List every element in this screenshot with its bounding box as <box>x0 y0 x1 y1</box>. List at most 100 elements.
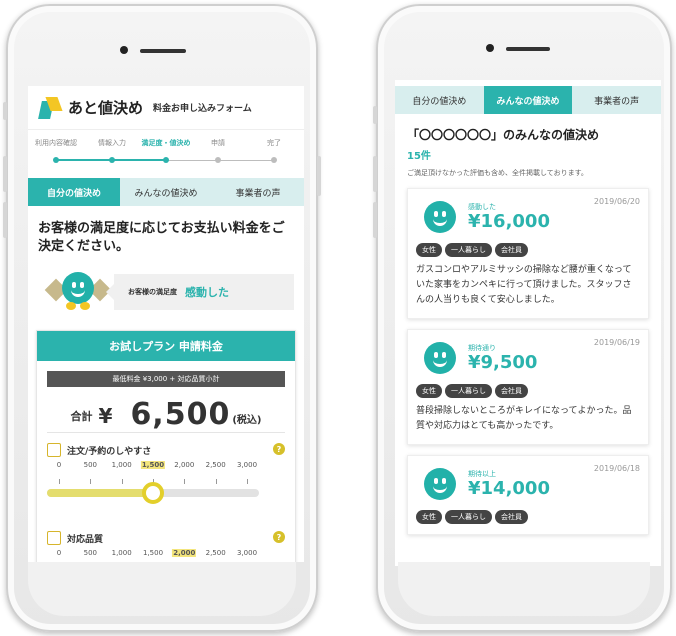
plan-body: 最低料金 ¥3,000 + 対応品質小計 合計 ¥ 6,500 (税込) 注文/… <box>37 361 295 562</box>
satisfaction-value: 感動した <box>185 286 229 299</box>
building-icon <box>47 443 61 457</box>
logo-icon <box>38 96 63 119</box>
review-tag: 一人暮らし <box>445 510 492 524</box>
review-text: 普段掃除しないところがキレイになってよかった。品質や対応力はとても高かったです。 <box>416 406 632 431</box>
step-label: 完了 <box>267 139 281 147</box>
speaker-grille <box>140 49 186 53</box>
step-label: 情報入力 <box>98 139 126 147</box>
person-icon <box>47 531 61 545</box>
side-button <box>3 202 7 238</box>
criterion-scale: 0 500 1,000 1,500 2,000 2,500 3,000 <box>47 549 259 562</box>
tick-mark <box>247 479 248 484</box>
step-label-active: 満足度・値決め <box>141 139 191 147</box>
tick-mark <box>59 479 60 484</box>
criterion-header: 対応品質 <box>47 531 285 545</box>
review-text: ガスコンロやアルミサッシの掃除など腰が重くなっていた家事をカンペキに行って頂けま… <box>416 265 632 305</box>
review-tag: 一人暮らし <box>445 384 492 398</box>
brand-subtitle: 料金お申し込みフォーム <box>153 104 252 114</box>
side-button <box>373 156 377 192</box>
tab-bar: 自分の値決め みんなの値決め 事業者の声 <box>28 178 304 206</box>
review-tag: 女性 <box>416 384 442 398</box>
camera-icon <box>120 46 128 54</box>
step-dot <box>163 157 169 163</box>
step-dot <box>271 157 277 163</box>
reviews-note: ご満足頂けなかった評価も含め、全件掲載しております。 <box>407 169 588 177</box>
tab-business-voice[interactable]: 事業者の声 <box>212 178 304 206</box>
speaker-grille <box>506 47 550 51</box>
tab-everyone-price[interactable]: みんなの値決め <box>483 86 573 114</box>
phone-left: あと値決め 料金お申し込みフォーム 利用内容確認 情報入力 満足度・値決め 申請… <box>3 4 321 632</box>
tab-my-price[interactable]: 自分の値決め <box>28 178 120 206</box>
review-tag: 一人暮らし <box>445 243 492 257</box>
camera-icon <box>486 44 494 52</box>
slider-track[interactable] <box>47 482 259 504</box>
review-tags: 女性 一人暮らし 会社員 <box>416 510 640 524</box>
total-amount: 6,500 <box>130 397 231 432</box>
tab-my-price[interactable]: 自分の値決め <box>395 86 484 114</box>
tick-label: 1,500 <box>140 461 166 469</box>
tick-label: 0 <box>56 549 62 557</box>
reviews-count: 15件 <box>407 151 431 162</box>
side-button <box>317 156 321 196</box>
tab-bar: 自分の値決め みんなの値決め 事業者の声 <box>395 86 661 114</box>
tick-label: 500 <box>83 461 98 469</box>
app-header: あと値決め 料金お申し込みフォーム <box>28 86 304 130</box>
review-price: ¥9,500 <box>468 352 538 373</box>
mockup-stage: あと値決め 料金お申し込みフォーム 利用内容確認 情報入力 満足度・値決め 申請… <box>0 0 676 636</box>
home-area <box>398 562 650 616</box>
side-button <box>373 202 377 238</box>
slider-fill <box>47 489 153 497</box>
tick-label: 2,500 <box>205 549 226 557</box>
step-label: 申請 <box>211 139 225 147</box>
total-label: 合計 <box>70 410 93 423</box>
slider-knob[interactable] <box>142 482 164 504</box>
review-card: 2019/06/20 感動した ¥16,000 女性 一人暮らし 会社員 ガスコンロやアルミ… <box>407 188 649 319</box>
help-icon[interactable]: ? <box>273 531 285 543</box>
satisfaction-row: お客様の満足度 感動した <box>44 270 294 314</box>
review-price-block: 期待以上 ¥14,000 <box>456 469 550 499</box>
criterion-scale: 0 500 1,000 1,500 2,000 2,500 3,000 <box>47 461 259 479</box>
tick-label: 1,500 <box>142 549 164 557</box>
plan-title: お試しプラン 申請料金 <box>37 331 295 361</box>
review-tag: 女性 <box>416 510 442 524</box>
tab-everyone-price[interactable]: みんなの値決め <box>120 178 212 206</box>
reviews-title: 「〇〇〇〇〇〇」のみんなの値決め <box>407 128 600 142</box>
review-tags: 女性 一人暮らし 会社員 <box>416 384 640 398</box>
satisfaction-bubble: お客様の満足度 感動した <box>106 274 294 310</box>
plan-card: お試しプラン 申請料金 最低料金 ¥3,000 + 対応品質小計 合計 ¥ 6,… <box>36 330 296 562</box>
review-card: 2019/06/18 期待以上 ¥14,000 女性 一人暮らし 会社員 <box>407 455 649 535</box>
step-label: 利用内容確認 <box>35 139 77 147</box>
review-price: ¥14,000 <box>468 478 550 499</box>
home-area <box>28 562 296 616</box>
reviews-header: 「〇〇〇〇〇〇」のみんなの値決め 15件 ご満足頂けなかった評価も含め、全件掲載… <box>395 114 661 178</box>
side-button <box>3 156 7 192</box>
intro-text: お客様の満足度に応じてお支払い料金をご決定ください。 <box>38 221 285 254</box>
tick-mark <box>184 479 186 484</box>
tick-label: 500 <box>83 549 98 557</box>
review-list: 2019/06/20 感動した ¥16,000 女性 一人暮らし 会社員 ガスコンロやアルミ… <box>395 188 661 535</box>
review-tag: 女性 <box>416 243 442 257</box>
criterion-header: 注文/予約のしやすさ <box>47 443 285 457</box>
tick-label: 1,000 <box>111 549 132 557</box>
help-icon[interactable]: ? <box>273 443 285 455</box>
tick-mark <box>90 479 92 484</box>
tick-label: 2,000 <box>174 461 195 469</box>
criterion: 注文/予約のしやすさ? 0 500 1,000 1,500 2,000 2,500 3,000 <box>47 443 285 521</box>
smile-face-icon <box>424 342 456 374</box>
review-tag: 会社員 <box>495 243 528 257</box>
tick-label: 1,000 <box>111 461 132 469</box>
tick-label: 0 <box>56 461 62 469</box>
tick-label: 3,000 <box>236 461 258 469</box>
currency-symbol: ¥ <box>98 404 113 428</box>
tax-label: (税込) <box>232 415 262 426</box>
criterion-name: 対応品質 <box>67 534 104 545</box>
side-button <box>3 102 7 120</box>
review-tags: 女性 一人暮らし 会社員 <box>416 243 640 257</box>
side-button <box>373 106 377 124</box>
tab-business-voice[interactable]: 事業者の声 <box>572 86 661 114</box>
smile-face-icon <box>424 201 456 233</box>
satisfaction-label: お客様の満足度 <box>128 288 177 296</box>
step-dot <box>109 157 115 163</box>
smile-face-icon <box>424 468 456 500</box>
tick-mark <box>215 479 217 484</box>
